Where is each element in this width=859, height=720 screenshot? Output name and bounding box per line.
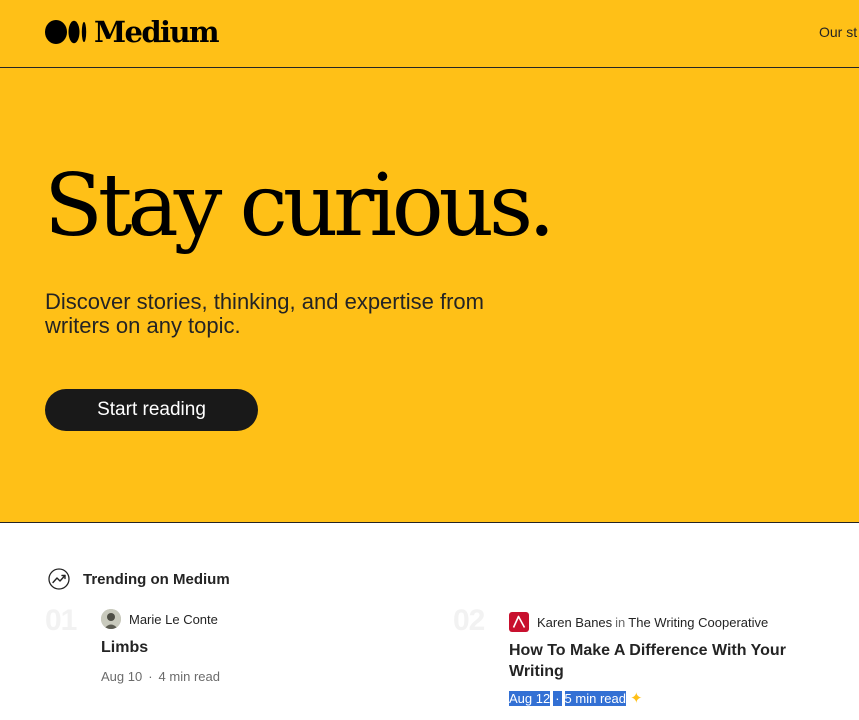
story-date: Aug 10 [101,669,143,684]
story-date: Aug 12 [509,690,551,706]
nav-link-our-story[interactable]: Our st [819,23,857,41]
meta-separator: · [553,690,562,706]
story-read-time: 4 min read [158,669,220,684]
author-avatar-image [101,609,121,629]
in-label: in [615,614,626,630]
member-star-icon: ✦ [629,690,643,707]
author-row: Karen Banes in The Writing Cooperative [509,612,768,632]
trending-item: 02 Karen Banes in The Writing Cooperativ… [440,600,859,720]
publication-name[interactable]: The Writing Cooperative [628,615,768,630]
author-name[interactable]: Karen Banes [537,615,612,630]
logo-wordmark: Medium [94,15,220,49]
author-row: Marie Le Conte [101,609,218,629]
trending-header: Trending on Medium [48,568,230,590]
top-nav: Medium Our st [0,0,859,68]
meta-separator: · [148,669,153,684]
medium-logo[interactable]: Medium [45,15,220,49]
publication-logo-icon [512,615,526,628]
trending-item: 01 Marie Le Conte Limbs Aug 10 · 4 min r… [0,600,430,700]
story-read-time: 5 min read [564,690,626,706]
publication-avatar[interactable] [509,612,529,632]
story-meta: Aug 10 · 4 min read [101,669,220,684]
story-meta: Aug 12 · 5 min read ✦ [509,689,643,707]
story-title[interactable]: Limbs [101,637,421,658]
hero-title: Stay curious. [44,156,555,256]
story-title[interactable]: How To Make A Difference With Your Writi… [509,640,809,682]
trending-rank: 02 [453,604,485,637]
author-avatar[interactable] [101,609,121,629]
start-reading-button[interactable]: Start reading [45,389,258,431]
medium-logo-icon [45,20,87,44]
trending-rank: 01 [45,604,77,637]
author-name[interactable]: Marie Le Conte [129,612,218,627]
trending-icon [48,568,70,590]
trending-heading: Trending on Medium [83,570,230,588]
hero-section: Stay curious. Discover stories, thinking… [0,68,859,523]
hero-subtitle: Discover stories, thinking, and expertis… [45,289,484,338]
